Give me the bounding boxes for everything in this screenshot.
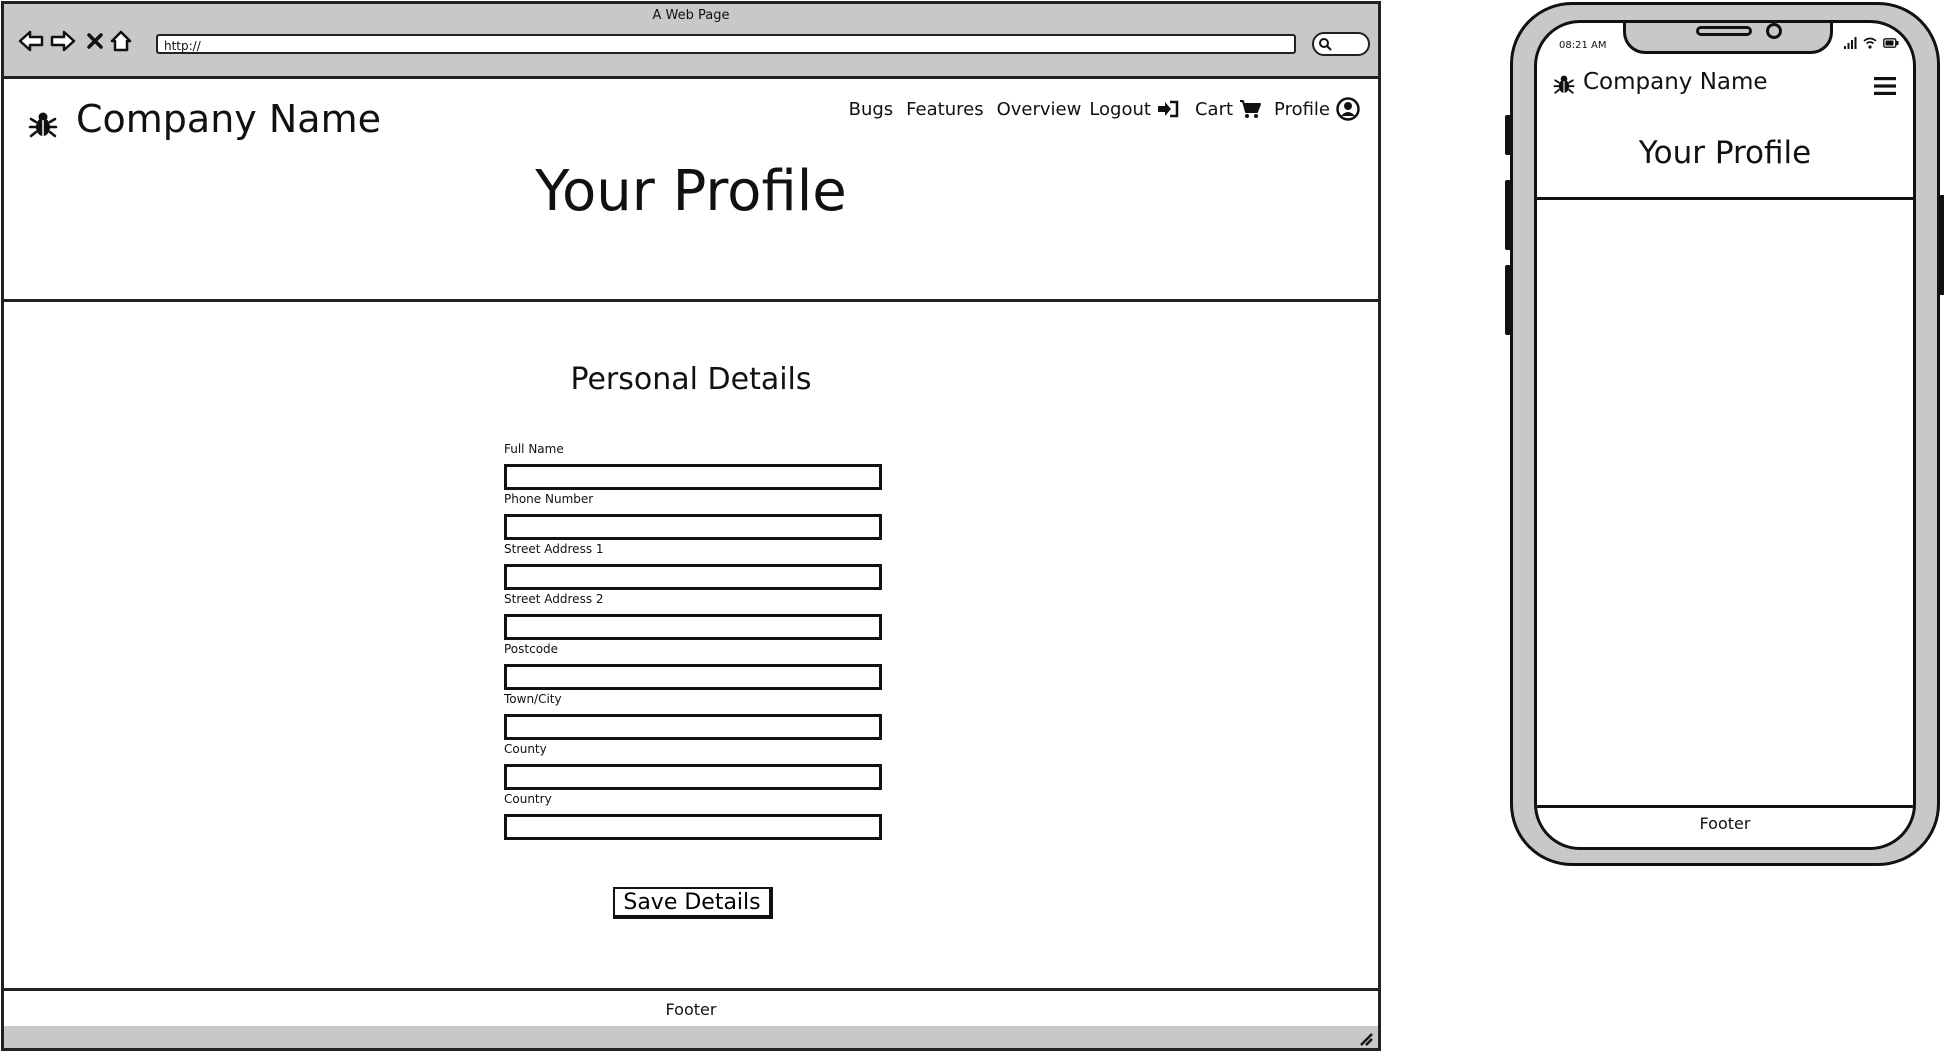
browser-window: A Web Page http:// Company Name Bugs Fea… [1, 1, 1381, 1051]
home-button[interactable] [106, 26, 136, 56]
nav-profile[interactable]: Profile [1274, 97, 1360, 121]
postcode-input[interactable] [504, 664, 882, 690]
browser-titlebar: A Web Page http:// [4, 4, 1378, 79]
nav-bugs[interactable]: Bugs [849, 99, 894, 120]
brand-name[interactable]: Company Name [76, 97, 381, 141]
street-address-2-input[interactable] [504, 614, 882, 640]
mute-switch [1505, 115, 1511, 155]
save-details-button[interactable]: Save Details [613, 887, 773, 919]
street-address-1-label: Street Address 1 [504, 542, 604, 556]
speaker-grille [1696, 26, 1752, 36]
street-address-1-input[interactable] [504, 564, 882, 590]
field-country: Country [504, 792, 884, 842]
power-button [1939, 195, 1944, 295]
volume-down-button [1505, 265, 1511, 335]
mobile-footer: Footer [1537, 805, 1913, 847]
country-input[interactable] [504, 814, 882, 840]
nav-overview-label: Overview [996, 98, 1082, 120]
search-icon [1319, 38, 1332, 51]
battery-icon [1883, 38, 1899, 48]
nav-cart-label: Cart [1194, 98, 1234, 120]
home-icon [110, 30, 132, 52]
page-header: Company Name Bugs Features Overview Logo… [4, 79, 1378, 302]
field-town-city: Town/City [504, 692, 884, 742]
postcode-label: Postcode [504, 642, 559, 656]
mobile-bug-icon [1553, 75, 1575, 94]
phone-notch [1623, 23, 1833, 54]
nav-overview[interactable]: Overview [997, 99, 1082, 120]
field-street-address-2: Street Address 2 [504, 592, 884, 642]
field-street-address-1: Street Address 1 [504, 542, 884, 592]
front-camera [1766, 23, 1782, 39]
street-address-2-label: Street Address 2 [504, 592, 604, 606]
volume-up-button [1505, 180, 1511, 250]
browser-status-bar [4, 1026, 1378, 1048]
close-icon [87, 33, 103, 49]
field-full-name: Full Name [504, 442, 884, 492]
county-label: County [504, 742, 547, 756]
mobile-header-divider [1537, 197, 1913, 200]
full-name-label: Full Name [504, 442, 564, 456]
forward-arrow-icon [50, 30, 76, 52]
bug-icon [28, 112, 58, 138]
signal-icon [1844, 37, 1857, 49]
county-input[interactable] [504, 764, 882, 790]
resize-grip-icon[interactable] [1358, 1032, 1374, 1046]
country-label: Country [504, 792, 552, 806]
shopping-cart-icon [1240, 100, 1262, 118]
nav-cart[interactable]: Cart [1194, 98, 1262, 120]
wifi-icon [1863, 37, 1877, 49]
window-title: A Web Page [652, 8, 730, 23]
back-arrow-icon [18, 30, 44, 52]
forward-button[interactable] [48, 26, 78, 56]
user-circle-icon [1336, 97, 1360, 121]
status-icons [1837, 37, 1899, 49]
nav-logout[interactable]: Logout [1089, 99, 1179, 120]
field-phone-number: Phone Number [504, 492, 884, 542]
nav-bugs-label: Bugs [848, 98, 894, 120]
browser-search-button[interactable] [1312, 32, 1370, 56]
page-title: Your Profile [535, 159, 847, 224]
mobile-brand-name[interactable]: Company Name [1583, 69, 1768, 95]
section-heading: Personal Details [570, 362, 812, 397]
nav-features[interactable]: Features [906, 99, 983, 120]
status-time: 08:21 AM [1559, 40, 1607, 51]
phone-screen: 08:21 AM Company Name Your Profile Foote… [1534, 20, 1916, 850]
top-nav: Bugs Features Overview Logout Cart Profi… [836, 97, 1360, 121]
nav-profile-label: Profile [1274, 98, 1330, 120]
town-city-label: Town/City [504, 692, 562, 706]
url-bar[interactable]: http:// [156, 34, 1296, 54]
full-name-input[interactable] [504, 464, 882, 490]
phone-number-input[interactable] [504, 514, 882, 540]
personal-details-form: Full Name Phone Number Street Address 1 … [504, 442, 884, 842]
mobile-page-title: Your Profile [1638, 135, 1812, 171]
nav-logout-label: Logout [1089, 98, 1151, 120]
sign-in-icon [1157, 100, 1179, 118]
nav-features-label: Features [906, 98, 984, 120]
field-county: County [504, 742, 884, 792]
town-city-input[interactable] [504, 714, 882, 740]
back-button[interactable] [16, 26, 46, 56]
hamburger-menu-icon[interactable] [1873, 75, 1897, 97]
field-postcode: Postcode [504, 642, 884, 692]
phone-number-label: Phone Number [504, 492, 594, 506]
profile-main: Personal Details Full Name Phone Number … [4, 302, 1378, 988]
